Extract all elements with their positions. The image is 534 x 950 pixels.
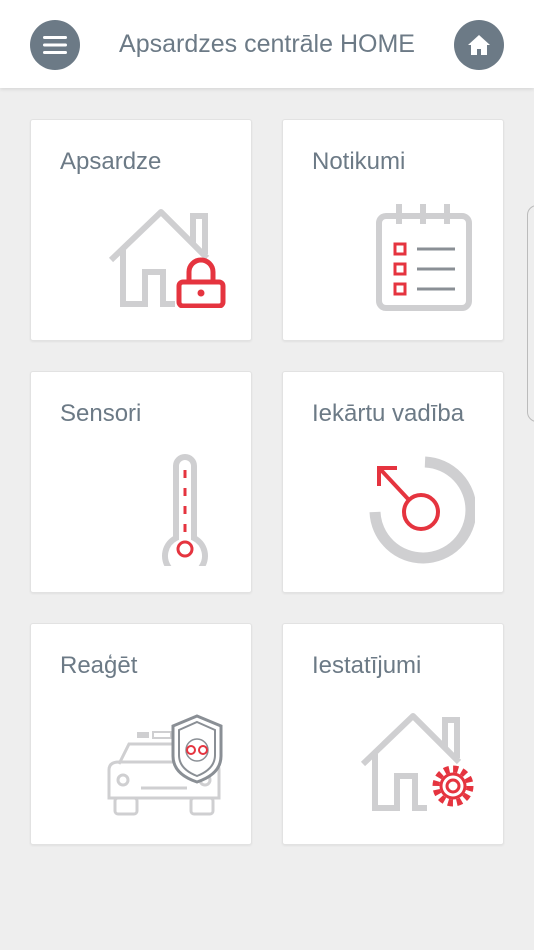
tile-sensori[interactable]: Sensori <box>30 371 252 593</box>
tile-iestatijumi[interactable]: Iestatījumi <box>282 623 504 845</box>
tile-label: Iekārtu vadība <box>312 400 465 427</box>
tile-label: Apsardze <box>60 148 162 175</box>
tile-label: Notikumi <box>312 148 406 175</box>
tile-notikumi[interactable]: Notikumi <box>282 119 504 341</box>
home-icon <box>468 35 490 55</box>
hamburger-menu-icon <box>43 36 67 54</box>
tile-reaget[interactable]: Reaģēt <box>30 623 252 845</box>
house-gear-icon <box>361 713 474 811</box>
menu-button[interactable] <box>30 20 80 70</box>
tile-label: Iestatījumi <box>312 652 422 679</box>
tile-label: Reaģēt <box>60 652 138 679</box>
house-lock-icon <box>109 209 226 308</box>
app-header: Apsardzes centrāle HOME <box>0 0 534 88</box>
calendar-checklist-icon <box>376 204 472 311</box>
side-drawer-handle[interactable] <box>527 205 534 422</box>
thermometer-icon <box>162 454 208 566</box>
security-car-icon <box>107 714 223 816</box>
page-title: Apsardzes centrāle HOME <box>119 30 415 58</box>
home-button[interactable] <box>454 20 504 70</box>
tile-apsardze[interactable]: Apsardze <box>30 119 252 341</box>
tile-label: Sensori <box>60 400 142 427</box>
dial-control-icon <box>369 456 475 564</box>
tile-iekartu-vadiba[interactable]: Iekārtu vadība <box>282 371 504 593</box>
